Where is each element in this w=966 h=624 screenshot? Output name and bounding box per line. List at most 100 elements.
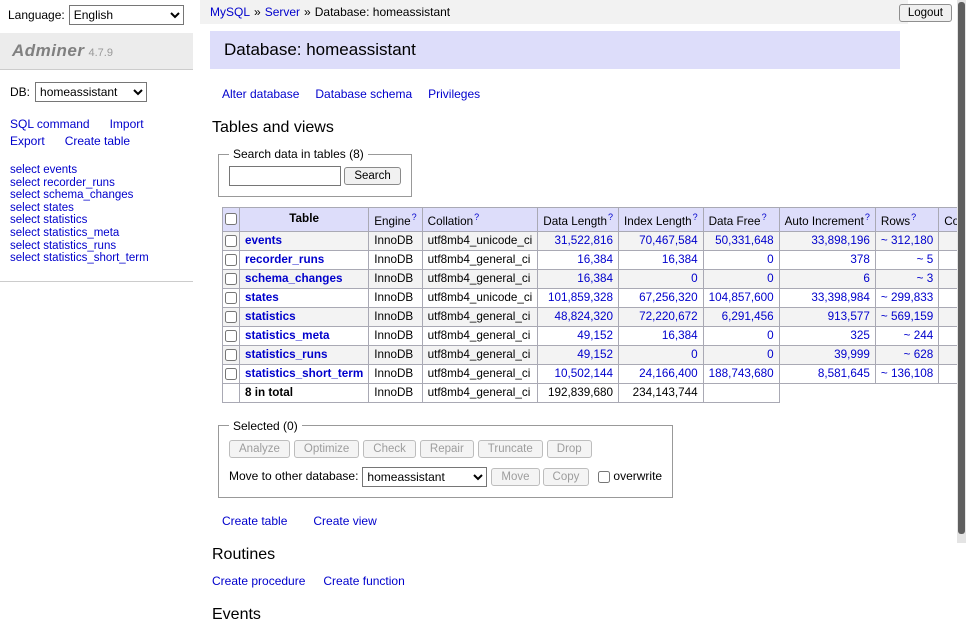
create-procedure-link[interactable]: Create procedure [212,574,305,588]
table-name-link[interactable]: statistics_runs [245,348,328,361]
language-label: Language: [8,8,65,22]
index-length-help-link[interactable]: ? [693,212,698,222]
scrollbar-thumb[interactable] [958,2,965,534]
engine-help-link[interactable]: ? [412,212,417,222]
header-collation: Collation? [422,208,538,232]
table-name-cell: statistics_meta [240,326,369,345]
row-checkbox[interactable] [225,368,237,380]
language-select[interactable]: English [69,5,184,25]
export-link[interactable]: Export [10,134,45,148]
engine-cell: InnoDB [369,307,422,326]
table-name-link[interactable]: statistics_meta [245,329,329,342]
collation-help-link[interactable]: ? [474,212,479,222]
collation-cell: utf8mb4_general_ci [422,307,538,326]
data-length-cell: 48,824,320 [538,307,619,326]
create-view-link[interactable]: Create view [313,514,376,528]
create-function-link[interactable]: Create function [323,574,404,588]
repair-button[interactable]: Repair [420,440,474,458]
search-input[interactable] [229,166,341,186]
table-row: schema_changesInnoDButf8mb4_general_ci16… [223,269,966,288]
sql-command-link[interactable]: SQL command [10,117,90,131]
row-checkbox-cell [223,364,240,383]
overwrite-checkbox[interactable] [598,471,610,483]
header-label-index-length: Index Length [624,215,692,228]
search-button[interactable]: Search [344,167,400,185]
truncate-button[interactable]: Truncate [478,440,543,458]
row-checkbox[interactable] [225,292,237,304]
breadcrumb-link-mysql[interactable]: MySQL [210,5,250,19]
import-link[interactable]: Import [110,117,144,131]
row-checkbox-cell [223,288,240,307]
data-length-help-link[interactable]: ? [608,212,613,222]
auto-increment-cell: 325 [779,326,875,345]
row-checkbox[interactable] [225,311,237,323]
create-table-bottom-link[interactable]: Create table [222,514,287,528]
table-name-link[interactable]: recorder_runs [245,253,324,266]
header-auto-increment: Auto Increment? [779,208,875,232]
privileges-link[interactable]: Privileges [428,87,480,101]
sidebar-table-link[interactable]: select statistics_runs [10,240,183,253]
selected-buttons: AnalyzeOptimizeCheckRepairTruncateDrop [229,440,662,458]
row-checkbox[interactable] [225,235,237,247]
data-free-cell: 50,331,648 [703,231,779,250]
sidebar-table-link[interactable]: select schema_changes [10,189,183,202]
table-name-cell: recorder_runs [240,250,369,269]
row-checkbox[interactable] [225,330,237,342]
auto-increment-cell: 378 [779,250,875,269]
rows-cell: ~ 3 [875,269,938,288]
table-name-link[interactable]: events [245,234,282,247]
analyze-button[interactable]: Analyze [229,440,290,458]
sidebar-table-link[interactable]: select statistics [10,214,183,227]
breadcrumb-link-server[interactable]: Server [265,5,300,19]
drop-button[interactable]: Drop [547,440,592,458]
header-engine: Engine? [369,208,422,232]
table-name-link[interactable]: statistics [245,310,296,323]
move-button[interactable]: Move [491,468,539,486]
db-select[interactable]: homeassistant [35,82,147,102]
check-button[interactable]: Check [363,440,416,458]
adminer-logo-bar: Adminer4.7.9 [0,33,193,70]
row-checkbox[interactable] [225,349,237,361]
collation-cell: utf8mb4_general_ci [422,364,538,383]
row-checkbox-cell [223,269,240,288]
table-name-cell: statistics_short_term [240,364,369,383]
data-free-help-link[interactable]: ? [762,212,767,222]
tables-tbody: eventsInnoDButf8mb4_unicode_ci31,522,816… [223,231,966,402]
collation-cell: utf8mb4_general_ci [422,250,538,269]
rows-help-link[interactable]: ? [911,212,916,222]
move-db-select[interactable]: homeassistant [362,467,487,487]
create-table-sidebar-link[interactable]: Create table [65,134,130,148]
header-index-length: Index Length? [618,208,703,232]
sidebar-table-link[interactable]: select states [10,202,183,215]
sidebar-table-link[interactable]: select statistics_short_term [10,252,183,265]
sidebar-table-link[interactable]: select events [10,164,183,177]
select-all-checkbox[interactable] [225,213,237,225]
database-schema-link[interactable]: Database schema [315,87,412,101]
auto-increment-cell: 33,898,196 [779,231,875,250]
optimize-button[interactable]: Optimize [294,440,359,458]
sidebar-table-link[interactable]: select statistics_meta [10,227,183,240]
total-index-length-cell: 234,143,744 [618,383,703,402]
auto-increment-help-link[interactable]: ? [865,212,870,222]
table-name-link[interactable]: schema_changes [245,272,342,285]
alter-database-link[interactable]: Alter database [222,87,299,101]
sidebar-table-link[interactable]: select recorder_runs [10,177,183,190]
engine-cell: InnoDB [369,364,422,383]
vertical-scrollbar[interactable] [957,0,966,543]
copy-button[interactable]: Copy [543,468,590,486]
index-length-cell: 16,384 [618,250,703,269]
selected-fieldset: Selected (0) AnalyzeOptimizeCheckRepairT… [218,419,673,498]
adminer-logo[interactable]: Adminer [12,41,84,60]
engine-cell: InnoDB [369,345,422,364]
index-length-cell: 0 [618,269,703,288]
table-name-link[interactable]: statistics_short_term [245,367,363,380]
row-checkbox[interactable] [225,254,237,266]
logout-button[interactable]: Logout [899,4,952,22]
row-checkbox[interactable] [225,273,237,285]
rows-cell: ~ 5 [875,250,938,269]
move-row: Move to other database:homeassistantMove… [229,467,662,487]
auto-increment-cell: 8,581,645 [779,364,875,383]
table-header-row: Table Engine? Collation? Data Length? In… [223,208,966,232]
table-name-link[interactable]: states [245,291,279,304]
index-length-cell: 72,220,672 [618,307,703,326]
